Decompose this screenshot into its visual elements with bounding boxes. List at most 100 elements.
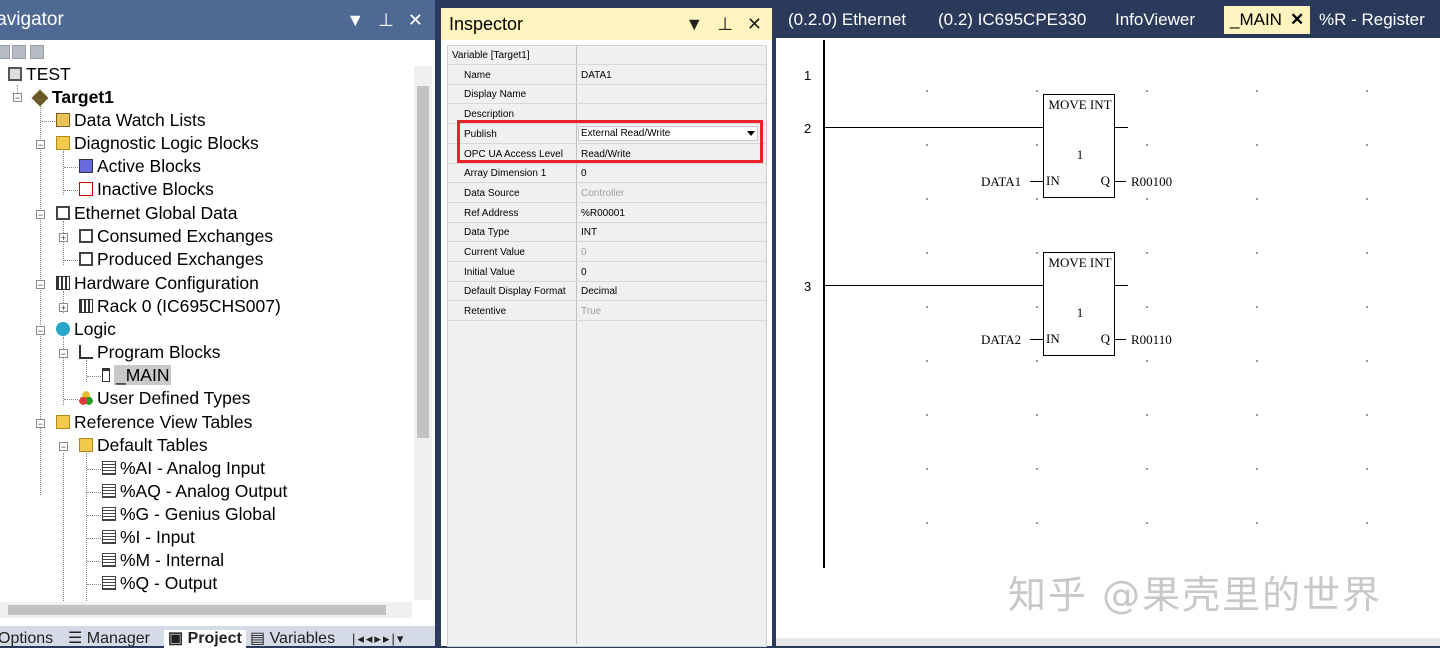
toolbar-button-2-icon[interactable] [12,45,26,59]
property-row-array-dimension[interactable]: Array Dimension 1 0 [448,164,766,184]
tree-item-data-watch-lists[interactable]: Data Watch Lists [56,109,206,132]
tree-item-m-internal[interactable]: %M - Internal [102,549,224,572]
grid-dot [1036,414,1038,416]
operand-r00100[interactable]: R00100 [1131,174,1172,190]
expand-rack-icon[interactable]: + [59,303,68,313]
property-category: Variable [Target1] [448,46,766,65]
grid-dot [1366,90,1368,92]
navigator-panel: lavigator ▼ ⊥ ✕ TEST − Target1 Data Wat [0,0,437,648]
property-row-current-value[interactable]: Current Value 0 [448,243,766,262]
tree-item-q-output[interactable]: %Q - Output [102,572,217,595]
collapse-diagnostic-icon[interactable]: − [36,140,45,150]
tree-item-produced-exchanges[interactable]: Produced Exchanges [79,248,263,271]
operand-data1[interactable]: DATA1 [981,174,1021,190]
tab-variables[interactable]: ▤ Variables [246,630,339,648]
rung-number-1: 1 [804,68,812,83]
collapse-program-blocks-icon[interactable]: − [59,349,68,359]
tree-item-ethernet-global-data[interactable]: Ethernet Global Data [56,202,237,225]
grid-dot [1146,414,1148,416]
tree-item-target1[interactable]: Target1 [31,86,114,109]
tree-item-reference-view-tables[interactable]: Reference View Tables [56,411,252,434]
pin-icon[interactable]: ⊥ [717,8,733,40]
tree-item-program-blocks[interactable]: Program Blocks [79,341,221,364]
tree-item-user-defined-types[interactable]: User Defined Types [79,387,250,410]
tree-item-rack-0[interactable]: Rack 0 (IC695CHS007) [79,295,281,318]
grid-dot [1256,306,1258,308]
property-row-initial-value[interactable]: Initial Value 0 [448,263,766,282]
grid-dot [1146,252,1148,254]
collapse-egd-icon[interactable]: − [36,210,45,220]
tab-infoviewer[interactable]: InfoViewer [1109,6,1201,34]
tree-item-consumed-exchanges[interactable]: Consumed Exchanges [79,225,273,248]
tree-item-main[interactable]: _MAIN [102,364,172,387]
grid-dot [1366,522,1368,524]
tab-main[interactable]: _MAIN ✕ [1224,6,1311,34]
collapse-reference-view-icon[interactable]: − [36,419,45,429]
tab-scroll-arrows-icon[interactable]: |◂◂▸▸|▾ [348,630,409,648]
move-int-block-1[interactable]: MOVE INT 1 IN Q [1043,94,1115,198]
tree-item-aq-analog-output[interactable]: %AQ - Analog Output [102,480,287,503]
grid-dot [1036,144,1038,146]
navigator-horizontal-scroll-thumb[interactable] [8,605,386,615]
grid-dot [1256,414,1258,416]
tab-options[interactable]: Options [0,630,57,648]
tree-item-i-input[interactable]: %I - Input [102,526,195,549]
grid-dot [926,306,928,308]
property-row-name[interactable]: Name DATA1 [448,66,766,85]
property-row-retentive[interactable]: Retentive True [448,302,766,322]
property-row-default-display-format[interactable]: Default Display Format Decimal [448,282,766,302]
navigator-horizontal-scrollbar[interactable] [0,602,412,618]
rung-2-enable-out-wire [1114,127,1128,128]
grid-dot [1366,468,1368,470]
property-row-ref-address[interactable]: Ref Address %R00001 [448,204,766,223]
dropdown-arrow-icon[interactable]: ▼ [346,0,364,40]
collapse-target1-icon[interactable]: − [13,93,22,103]
tab-project[interactable]: ▣ Project [164,630,246,648]
tree-item-active-blocks[interactable]: Active Blocks [79,155,201,178]
folder-icon [56,415,70,429]
dropdown-arrow-icon[interactable]: ▼ [685,8,703,40]
grid-dot [926,360,928,362]
navigator-vertical-scroll-thumb[interactable] [417,86,429,438]
hardware-icon [56,276,70,290]
table-icon [102,530,116,544]
operand-r00110[interactable]: R00110 [1131,332,1172,348]
tree-item-diagnostic-logic-blocks[interactable]: Diagnostic Logic Blocks [56,132,259,155]
target-icon [31,89,49,107]
collapse-logic-icon[interactable]: − [36,326,45,336]
toolbar-button-3-icon[interactable] [30,45,44,59]
close-icon[interactable]: ✕ [408,0,423,40]
tree-item-default-tables[interactable]: Default Tables [79,434,208,457]
tree-item-inactive-blocks[interactable]: Inactive Blocks [79,178,214,201]
property-row-data-type[interactable]: Data Type INT [448,223,766,243]
grid-dot [926,198,928,200]
operand-data2[interactable]: DATA2 [981,332,1021,348]
tab-cpe330[interactable]: (0.2) IC695CPE330 [932,6,1092,34]
grid-dot [1256,468,1258,470]
close-tab-icon[interactable]: ✕ [1290,10,1304,29]
property-row-display-name[interactable]: Display Name [448,85,766,105]
ladder-diagram[interactable]: 1 2 3 MOVE INT 1 IN Q DATA1 R00100 MOVE … [776,38,1440,638]
table-icon [102,461,116,475]
navigator-vertical-scrollbar[interactable] [414,66,432,600]
tab-ethernet[interactable]: (0.2.0) Ethernet [782,6,912,34]
move-int-block-2[interactable]: MOVE INT 1 IN Q [1043,252,1115,356]
property-row-data-source[interactable]: Data Source Controller [448,184,766,203]
tree-item-logic[interactable]: Logic [56,318,116,341]
grid-dot [1146,90,1148,92]
pin-icon[interactable]: ⊥ [378,0,394,40]
navigator-title: lavigator [0,9,64,30]
tab-r-register[interactable]: %R - Register [1313,6,1431,34]
expand-consumed-icon[interactable]: + [59,233,68,243]
collapse-default-tables-icon[interactable]: − [59,442,68,452]
tab-manager[interactable]: ☰ Manager [64,630,154,648]
collapse-hardware-icon[interactable]: − [36,280,45,290]
tree-item-g-genius-global[interactable]: %G - Genius Global [102,503,276,526]
folder-icon [56,136,70,150]
close-icon[interactable]: ✕ [747,8,762,40]
grid-dot [1036,252,1038,254]
tree-item-hardware-configuration[interactable]: Hardware Configuration [56,272,259,295]
toolbar-button-1-icon[interactable] [0,45,10,59]
tree-item-test[interactable]: TEST [8,63,71,86]
tree-item-ai-analog-input[interactable]: %AI - Analog Input [102,457,265,480]
